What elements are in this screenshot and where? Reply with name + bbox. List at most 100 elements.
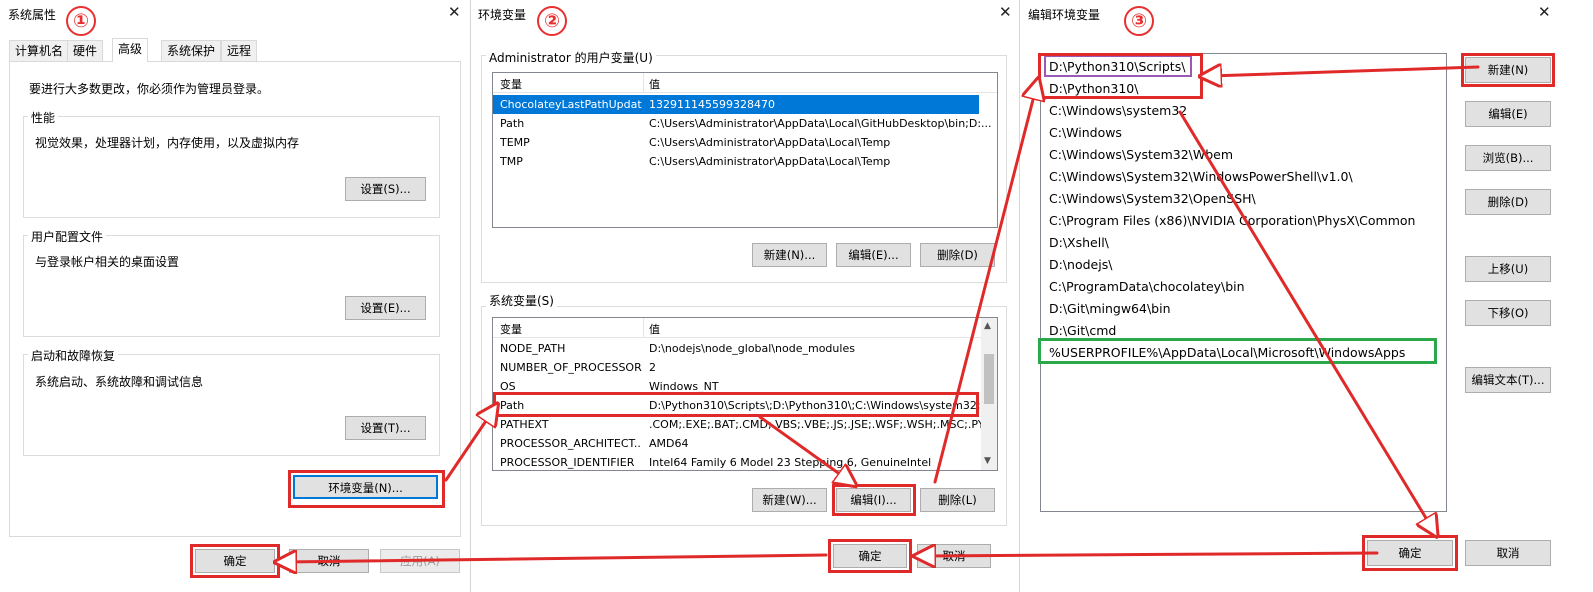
scroll-thumb[interactable] xyxy=(984,354,994,404)
variable-value: C:\Users\Administrator\AppData\Local\Tem… xyxy=(649,136,891,149)
cancel-button[interactable]: 取消 xyxy=(917,544,991,568)
admin-note: 要进行大多数更改，你必须作为管理员登录。 xyxy=(29,82,270,96)
table-row[interactable]: Path C:\Users\Administrator\AppData\Loca… xyxy=(493,114,997,133)
window-title: 环境变量 xyxy=(478,8,527,22)
tab-hardware[interactable]: 硬件 xyxy=(67,40,104,61)
variable-name: PROCESSOR_ARCHITECT... xyxy=(500,437,642,450)
cancel-button[interactable]: 取消 xyxy=(1465,540,1551,566)
scroll-down-icon[interactable]: ▼ xyxy=(984,456,991,466)
tab-computer-name[interactable]: 计算机名 xyxy=(9,40,70,61)
user-variables-table[interactable]: 变量 值 ChocolateyLastPathUpdate 1329111455… xyxy=(492,72,998,228)
table-row[interactable]: NUMBER_OF_PROCESSORS 2 xyxy=(493,358,997,377)
performance-label: 性能 xyxy=(28,109,59,126)
variable-name: NODE_PATH xyxy=(500,342,566,355)
step-marker-3: ③ xyxy=(1124,6,1154,36)
table-row[interactable]: ChocolateyLastPathUpdate 132911145599328… xyxy=(493,95,979,114)
highlight-windowsapps-entry xyxy=(1038,338,1437,364)
variable-value: Intel64 Family 6 Model 23 Stepping 6, Ge… xyxy=(649,456,932,469)
apply-button[interactable]: 应用(A) xyxy=(380,549,460,573)
highlight-new-button xyxy=(1461,53,1555,87)
system-properties-window: 系统属性 ① ✕ 计算机名 硬件 高级 系统保护 远程 要进行大多数更改，你必须… xyxy=(0,0,470,592)
list-item[interactable]: C:\Windows\system32 xyxy=(1049,100,1187,122)
startup-recovery-settings-button[interactable]: 设置(T)... xyxy=(345,416,426,440)
user-variables-label: Administrator 的用户变量(U) xyxy=(486,49,656,66)
path-entries-list[interactable]: D:\Python310\Scripts\ D:\Python310\ C:\W… xyxy=(1040,53,1447,512)
tab-advanced[interactable]: 高级 xyxy=(112,38,149,62)
list-item[interactable]: D:\Xshell\ xyxy=(1049,232,1109,254)
table-row[interactable]: TMP C:\Users\Administrator\AppData\Local… xyxy=(493,152,997,171)
highlight-system-edit-button xyxy=(832,484,916,516)
list-item[interactable]: C:\Program Files (x86)\NVIDIA Corporatio… xyxy=(1049,210,1415,232)
startup-recovery-group xyxy=(23,354,440,456)
highlight-ok-button xyxy=(1362,535,1458,571)
variable-name: TMP xyxy=(500,155,523,168)
user-new-button[interactable]: 新建(N)... xyxy=(752,243,827,267)
variable-value: .COM;.EXE;.BAT;.CMD;.VBS;.VBE;.JS;.JSE;.… xyxy=(649,418,993,431)
highlight-env-button xyxy=(288,470,445,508)
column-separator xyxy=(643,73,644,92)
table-row[interactable]: NODE_PATH D:\nodejs\node_global\node_mod… xyxy=(493,339,997,358)
system-new-button[interactable]: 新建(W)... xyxy=(752,488,827,512)
user-delete-button[interactable]: 删除(D) xyxy=(920,243,995,267)
startup-recovery-desc: 系统启动、系统故障和调试信息 xyxy=(35,375,204,389)
edit-environment-variable-window: 编辑环境变量 ③ ✕ D:\Python310\Scripts\ D:\Pyth… xyxy=(1020,0,1593,592)
list-item[interactable]: C:\ProgramData\chocolatey\bin xyxy=(1049,276,1245,298)
table-row[interactable]: TEMP C:\Users\Administrator\AppData\Loca… xyxy=(493,133,997,152)
performance-group xyxy=(23,116,440,218)
variable-value: AMD64 xyxy=(649,437,689,450)
table-row[interactable]: PATHEXT .COM;.EXE;.BAT;.CMD;.VBS;.VBE;.J… xyxy=(493,415,997,434)
step-marker-2: ② xyxy=(537,6,567,36)
performance-desc: 视觉效果，处理器计划，内存使用，以及虚拟内存 xyxy=(35,136,300,150)
list-item[interactable]: C:\Windows xyxy=(1049,122,1122,144)
close-icon[interactable]: ✕ xyxy=(1538,3,1551,21)
environment-variables-window: 环境变量 ② ✕ Administrator 的用户变量(U) 变量 值 Cho… xyxy=(471,0,1019,592)
browse-button[interactable]: 浏览(B)... xyxy=(1465,145,1551,171)
vertical-scrollbar[interactable]: ▲ ▼ xyxy=(981,318,997,470)
delete-button[interactable]: 删除(D) xyxy=(1465,189,1551,215)
variable-name: TEMP xyxy=(500,136,530,149)
highlight-python-entries xyxy=(1038,53,1203,99)
tab-system-protection[interactable]: 系统保护 xyxy=(161,40,222,61)
column-value[interactable]: 值 xyxy=(649,321,660,337)
list-item[interactable]: C:\Windows\System32\OpenSSH\ xyxy=(1049,188,1256,210)
user-profile-desc: 与登录帐户相关的桌面设置 xyxy=(35,255,180,269)
user-profile-settings-button[interactable]: 设置(E)... xyxy=(345,296,426,320)
variable-name: Path xyxy=(500,117,525,130)
system-delete-button[interactable]: 删除(L) xyxy=(920,488,995,512)
window-title: 系统属性 xyxy=(8,8,57,22)
user-profile-label: 用户配置文件 xyxy=(28,228,107,245)
user-edit-button[interactable]: 编辑(E)... xyxy=(836,243,911,267)
list-item[interactable]: C:\Windows\System32\Wbem xyxy=(1049,144,1233,166)
variable-value: D:\nodejs\node_global\node_modules xyxy=(649,342,855,355)
column-separator xyxy=(643,318,644,337)
variable-value: C:\Users\Administrator\AppData\Local\Git… xyxy=(649,117,992,130)
variable-value: C:\Users\Administrator\AppData\Local\Tem… xyxy=(649,155,891,168)
list-item[interactable]: D:\nodejs\ xyxy=(1049,254,1112,276)
column-variable[interactable]: 变量 xyxy=(500,76,522,92)
list-item[interactable]: C:\Windows\System32\WindowsPowerShell\v1… xyxy=(1049,166,1353,188)
cancel-button[interactable]: 取消 xyxy=(289,549,369,573)
close-icon[interactable]: ✕ xyxy=(999,3,1012,21)
move-up-button[interactable]: 上移(U) xyxy=(1465,256,1551,282)
tab-remote[interactable]: 远程 xyxy=(221,40,258,61)
table-row[interactable]: PROCESSOR_ARCHITECT... AMD64 xyxy=(493,434,997,453)
scroll-up-icon[interactable]: ▲ xyxy=(984,321,991,331)
variable-name: PATHEXT xyxy=(500,418,549,431)
edit-text-button[interactable]: 编辑文本(T)... xyxy=(1465,367,1551,393)
column-variable[interactable]: 变量 xyxy=(500,321,522,337)
user-profile-group xyxy=(23,235,440,337)
performance-settings-button[interactable]: 设置(S)... xyxy=(345,177,426,201)
step-marker-1: ① xyxy=(66,6,96,36)
edit-button[interactable]: 编辑(E) xyxy=(1465,101,1551,127)
list-item[interactable]: D:\Git\mingw64\bin xyxy=(1049,298,1171,320)
window-title: 编辑环境变量 xyxy=(1028,8,1101,22)
table-row[interactable]: PROCESSOR_IDENTIFIER Intel64 Family 6 Mo… xyxy=(493,453,997,470)
column-value[interactable]: 值 xyxy=(649,76,660,92)
variable-name: PROCESSOR_IDENTIFIER xyxy=(500,456,635,469)
variable-name: ChocolateyLastPathUpdate xyxy=(500,98,642,111)
highlight-ok-button xyxy=(190,544,280,578)
move-down-button[interactable]: 下移(O) xyxy=(1465,300,1551,326)
highlight-ok-button xyxy=(828,539,912,573)
variable-name: NUMBER_OF_PROCESSORS xyxy=(500,361,642,374)
close-icon[interactable]: ✕ xyxy=(448,3,461,21)
